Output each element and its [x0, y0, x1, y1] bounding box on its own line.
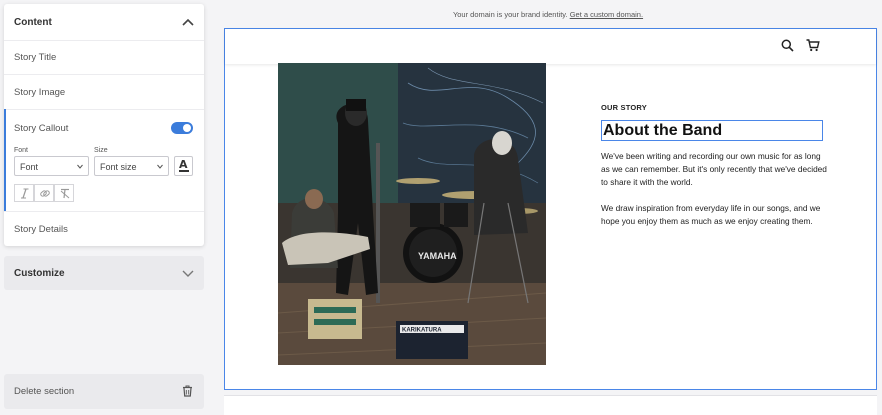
story-title-heading[interactable]: About the Band — [601, 120, 823, 141]
story-callout-label: Story Callout — [14, 123, 69, 134]
next-section-preview — [224, 395, 877, 415]
story-details-label: Story Details — [14, 224, 68, 235]
font-size-select[interactable]: Font size — [94, 156, 169, 176]
divider — [4, 40, 204, 41]
chevron-down-icon — [77, 164, 83, 169]
story-eyebrow: OUR STORY — [601, 103, 647, 112]
search-icon[interactable] — [781, 39, 794, 52]
italic-icon — [21, 188, 29, 199]
domain-banner-text: Your domain is your brand identity. — [452, 10, 568, 19]
customize-card[interactable]: Customize — [4, 256, 204, 290]
story-text-block: OUR STORY About the Band We've been writ… — [601, 103, 827, 228]
delete-section-button[interactable]: Delete section — [4, 374, 204, 409]
story-image-item[interactable]: Story Image — [4, 87, 204, 98]
size-label: Size — [94, 147, 108, 154]
trash-icon — [183, 385, 192, 397]
domain-banner: Your domain is your brand identity. Get … — [214, 0, 882, 28]
customize-header[interactable]: Customize — [4, 256, 204, 292]
clear-format-icon — [60, 188, 70, 199]
font-size-select-value: Font size — [100, 162, 137, 172]
divider — [4, 211, 204, 212]
delete-section-label: Delete section — [14, 386, 75, 397]
link-button[interactable] — [34, 184, 54, 202]
divider — [4, 74, 204, 75]
selected-section-frame[interactable]: KARIKATURA YAMAHA OUR STORY About the Ba… — [224, 28, 877, 390]
clear-format-button[interactable] — [54, 184, 74, 202]
story-paragraph: We draw inspiration from everyday life i… — [601, 203, 821, 226]
drum-brand-text: YAMAHA — [418, 251, 457, 261]
font-label: Font — [14, 147, 29, 154]
site-header — [225, 29, 876, 64]
story-callout-toggle[interactable] — [171, 122, 193, 134]
font-select[interactable]: Font — [14, 156, 89, 176]
band-photo: KARIKATURA YAMAHA — [278, 63, 546, 365]
custom-domain-link[interactable]: Get a custom domain. — [570, 10, 643, 19]
story-details-item[interactable]: Story Details — [4, 224, 204, 235]
story-title-item[interactable]: Story Title — [4, 52, 204, 63]
chevron-up-icon[interactable] — [182, 17, 194, 27]
editor-panel: Content Story Title Story Image Story Ca… — [0, 0, 214, 415]
story-title-label: Story Title — [14, 52, 57, 63]
story-paragraph: We've been writing and recording our own… — [601, 151, 827, 187]
content-header[interactable]: Content — [4, 4, 204, 40]
content-title: Content — [14, 17, 52, 28]
customize-title: Customize — [14, 268, 65, 279]
photo-sign-text: KARIKATURA — [402, 328, 442, 334]
story-callout-section: Story Callout Font Size Font Font size A — [4, 109, 204, 211]
content-card: Content Story Title Story Image Story Ca… — [4, 4, 204, 246]
text-color-button[interactable]: A — [174, 156, 193, 176]
chevron-down-icon — [157, 164, 163, 169]
cart-icon[interactable] — [806, 39, 820, 52]
story-image-label: Story Image — [14, 87, 66, 98]
italic-button[interactable] — [14, 184, 34, 202]
link-icon — [40, 190, 50, 197]
site-preview: Your domain is your brand identity. Get … — [214, 0, 882, 415]
font-select-value: Font — [20, 162, 39, 172]
chevron-down-icon[interactable] — [182, 268, 194, 278]
